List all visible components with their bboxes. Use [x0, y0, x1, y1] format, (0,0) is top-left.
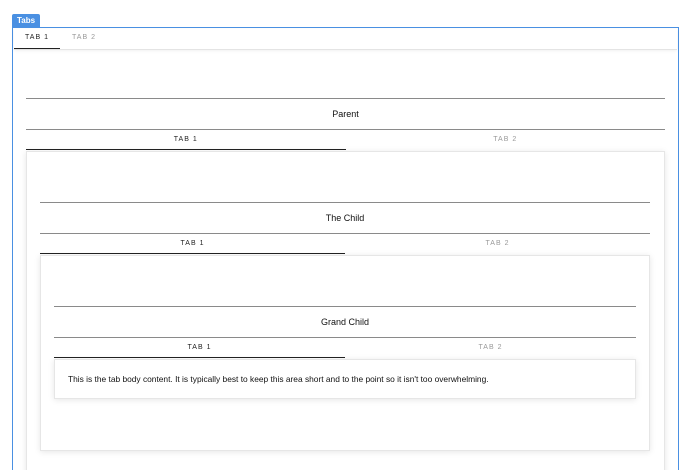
grandchild-tab-2[interactable]: TAB 2	[345, 338, 636, 358]
parent-block: Parent TAB 1 TAB 2 The Child TAB 1 TAB 2	[26, 98, 665, 470]
parent-tab-2[interactable]: TAB 2	[346, 130, 666, 150]
parent-tab-1[interactable]: TAB 1	[26, 130, 346, 150]
grandchild-title: Grand Child	[320, 317, 370, 327]
grandchild-divider-top	[54, 306, 636, 307]
child-title: The Child	[325, 213, 365, 223]
child-tab-1[interactable]: TAB 1	[40, 234, 345, 254]
outer-tab-2[interactable]: TAB 2	[60, 29, 108, 49]
parent-panel: The Child TAB 1 TAB 2 Grand Child TAB 1 …	[26, 151, 665, 470]
tab-body-content: This is the tab body content. It is typi…	[68, 374, 489, 384]
child-block: The Child TAB 1 TAB 2 Grand Child TAB 1 …	[40, 202, 650, 452]
child-tab-row: TAB 1 TAB 2	[40, 234, 650, 254]
parent-divider-top	[26, 98, 665, 99]
grandchild-block: Grand Child TAB 1 TAB 2 This is the tab …	[54, 306, 636, 406]
child-tab-2[interactable]: TAB 2	[345, 234, 650, 254]
grandchild-tab-1[interactable]: TAB 1	[54, 338, 345, 358]
frame-badge: Tabs	[12, 14, 41, 27]
parent-tab-row: TAB 1 TAB 2	[26, 130, 665, 150]
grandchild-tab-row: TAB 1 TAB 2	[54, 338, 636, 358]
child-panel: Grand Child TAB 1 TAB 2 This is the tab …	[40, 255, 650, 451]
outer-tab-strip: TAB 1 TAB 2	[14, 29, 677, 50]
outer-tab-1[interactable]: TAB 1	[14, 29, 60, 49]
tabs-frame: TAB 1 TAB 2 Parent TAB 1 TAB 2 The Child…	[12, 27, 679, 470]
grandchild-panel: This is the tab body content. It is typi…	[54, 359, 636, 399]
parent-title: Parent	[332, 109, 359, 119]
child-divider-top	[40, 202, 650, 203]
canvas: Tabs TAB 1 TAB 2 Parent TAB 1 TAB 2 The …	[0, 0, 689, 470]
